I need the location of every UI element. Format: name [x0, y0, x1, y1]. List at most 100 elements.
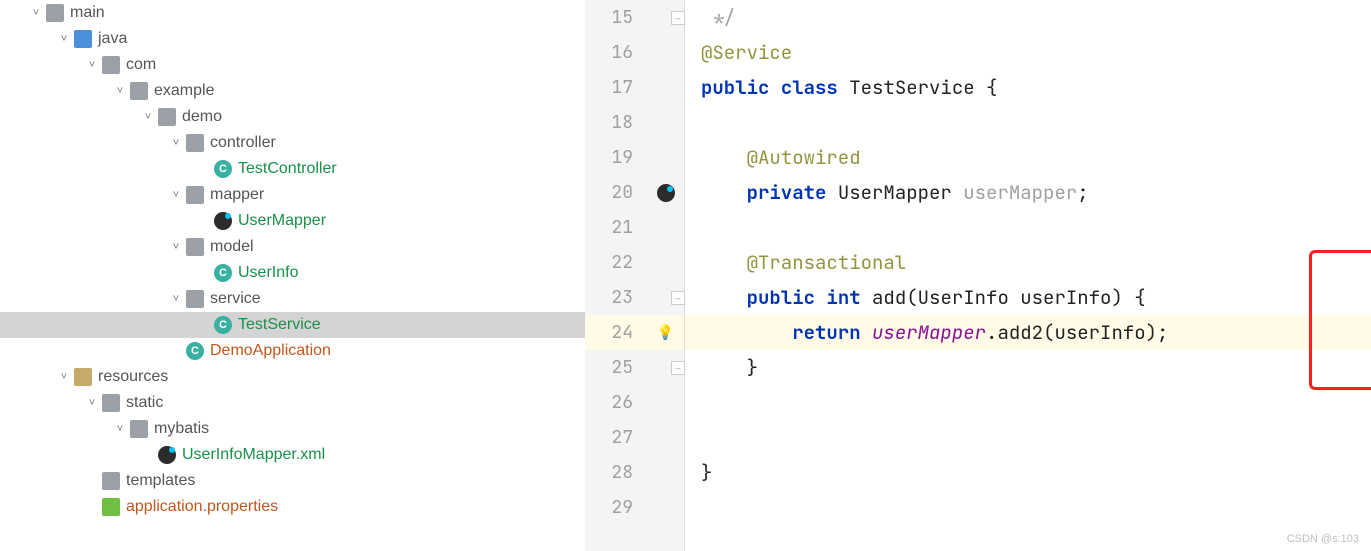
folder-dim-icon [130, 82, 148, 100]
tree-item-testservice[interactable]: ›CTestService [0, 312, 585, 338]
line-number: 25 [585, 356, 647, 379]
tree-item-mybatis[interactable]: ˅ mybatis [0, 416, 585, 442]
tree-item-main[interactable]: ˅main [0, 0, 585, 26]
chevron-down-icon[interactable]: ˅ [112, 421, 128, 437]
gutter-icon [647, 420, 685, 455]
fold-handle[interactable]: – [671, 361, 685, 375]
tree-item-label: application.properties [126, 498, 278, 516]
code-text[interactable]: private UserMapper userMapper; [685, 180, 1089, 205]
code-text[interactable]: public int add(UserInfo userInfo) { [685, 285, 1146, 310]
tree-item-label: mybatis [154, 420, 209, 438]
folder-dim-icon [102, 56, 120, 74]
folder-blue-icon [74, 30, 92, 48]
line-number: 27 [585, 426, 647, 449]
chevron-down-icon[interactable]: ˅ [140, 109, 156, 125]
tree-item-label: static [126, 394, 163, 412]
chevron-down-icon[interactable]: ˅ [84, 57, 100, 73]
fold-handle[interactable]: – [671, 291, 685, 305]
code-text[interactable]: @Transactional [685, 250, 906, 275]
code-text[interactable]: } [685, 460, 712, 485]
line-number: 21 [585, 216, 647, 239]
tree-item-label: resources [98, 368, 168, 386]
tree-item-demo[interactable]: ˅ demo [0, 104, 585, 130]
tree-item-userinfo[interactable]: ›CUserInfo [0, 260, 585, 286]
chevron-down-icon[interactable]: ˅ [56, 369, 72, 385]
code-line[interactable]: 15– */ [585, 0, 1371, 35]
tree-item-userinfomapper-xml[interactable]: ›UserInfoMapper.xml [0, 442, 585, 468]
code-line[interactable]: 24💡 return userMapper.add2(userInfo); [585, 315, 1371, 350]
tree-item-example[interactable]: ˅ example [0, 78, 585, 104]
class-c-icon: C [214, 160, 232, 178]
tree-item-java[interactable]: ˅java [0, 26, 585, 52]
code-line[interactable]: 22 @Transactional [585, 245, 1371, 280]
chevron-down-icon[interactable]: ˅ [168, 291, 184, 307]
code-text[interactable]: public class TestService { [685, 75, 997, 100]
code-text[interactable]: @Autowired [685, 145, 861, 170]
tree-item-com[interactable]: ˅ com [0, 52, 585, 78]
code-line[interactable]: 19 @Autowired [585, 140, 1371, 175]
fold-handle[interactable]: – [671, 11, 685, 25]
tree-item-templates[interactable]: ›templates [0, 468, 585, 494]
code-editor[interactable]: 15– */16@Service17public class TestServi… [585, 0, 1371, 551]
tree-item-application-properties[interactable]: ›application.properties [0, 494, 585, 520]
chevron-down-icon[interactable]: ˅ [168, 187, 184, 203]
tree-item-resources[interactable]: ˅ resources [0, 364, 585, 390]
code-line[interactable]: 29 [585, 490, 1371, 525]
tree-item-label: DemoApplication [210, 342, 331, 360]
code-line[interactable]: 28} [585, 455, 1371, 490]
line-number: 22 [585, 251, 647, 274]
gutter-icon[interactable] [647, 175, 685, 210]
chevron-down-icon[interactable]: ˅ [112, 83, 128, 99]
project-tree[interactable]: ˅main˅java˅com˅example˅demo˅controller›C… [0, 0, 585, 551]
code-line[interactable]: 26 [585, 385, 1371, 420]
tree-item-label: UserInfo [238, 264, 298, 282]
gutter-icon [647, 105, 685, 140]
tree-item-controller[interactable]: ˅controller [0, 130, 585, 156]
gutter-icon [647, 455, 685, 490]
watermark: CSDN @s:103 [1287, 533, 1359, 545]
gutter-icon [647, 70, 685, 105]
chevron-down-icon[interactable]: ˅ [56, 31, 72, 47]
code-line[interactable]: 23– public int add(UserInfo userInfo) { [585, 280, 1371, 315]
code-line[interactable]: 20 private UserMapper userMapper; [585, 175, 1371, 210]
gutter-icon[interactable]: 💡 [647, 315, 685, 350]
tree-item-service[interactable]: ˅service [0, 286, 585, 312]
code-text[interactable]: } [685, 355, 758, 380]
lightbulb-icon[interactable]: 💡 [657, 324, 674, 341]
chevron-down-icon[interactable]: ˅ [168, 135, 184, 151]
line-number: 28 [585, 461, 647, 484]
tree-item-usermapper[interactable]: ›UserMapper [0, 208, 585, 234]
tree-item-model[interactable]: ˅ model [0, 234, 585, 260]
class-c-icon: C [214, 264, 232, 282]
code-line[interactable]: 17public class TestService { [585, 70, 1371, 105]
tree-item-demoapplication[interactable]: ›CDemoApplication [0, 338, 585, 364]
folder-dim-icon [46, 4, 64, 22]
line-number: 26 [585, 391, 647, 414]
tree-item-label: com [126, 56, 156, 74]
chevron-down-icon[interactable]: ˅ [84, 395, 100, 411]
tree-item-testcontroller[interactable]: ›CTestController [0, 156, 585, 182]
tree-item-label: demo [182, 108, 222, 126]
gutter-icon [647, 210, 685, 245]
chevron-down-icon[interactable]: ˅ [28, 5, 44, 21]
tree-item-label: UserInfoMapper.xml [182, 446, 325, 464]
tree-item-mapper[interactable]: ˅mapper [0, 182, 585, 208]
code-text[interactable]: */ [685, 5, 735, 30]
line-number: 29 [585, 496, 647, 519]
code-line[interactable]: 25 – } [585, 350, 1371, 385]
code-text[interactable]: @Service [685, 40, 792, 65]
gutter-icon [647, 140, 685, 175]
tree-item-label: example [154, 82, 214, 100]
chevron-down-icon[interactable]: ˅ [168, 239, 184, 255]
code-text[interactable]: return userMapper.add2(userInfo); [685, 320, 1168, 345]
folder-dim-icon [186, 238, 204, 256]
tree-item-label: model [210, 238, 254, 256]
code-line[interactable]: 21 [585, 210, 1371, 245]
tree-item-static[interactable]: ˅ static [0, 390, 585, 416]
code-line[interactable]: 27 [585, 420, 1371, 455]
mapper-icon[interactable] [657, 184, 675, 202]
code-line[interactable]: 16@Service [585, 35, 1371, 70]
code-line[interactable]: 18 [585, 105, 1371, 140]
folder-dim-icon [102, 394, 120, 412]
props-icon [102, 498, 120, 516]
